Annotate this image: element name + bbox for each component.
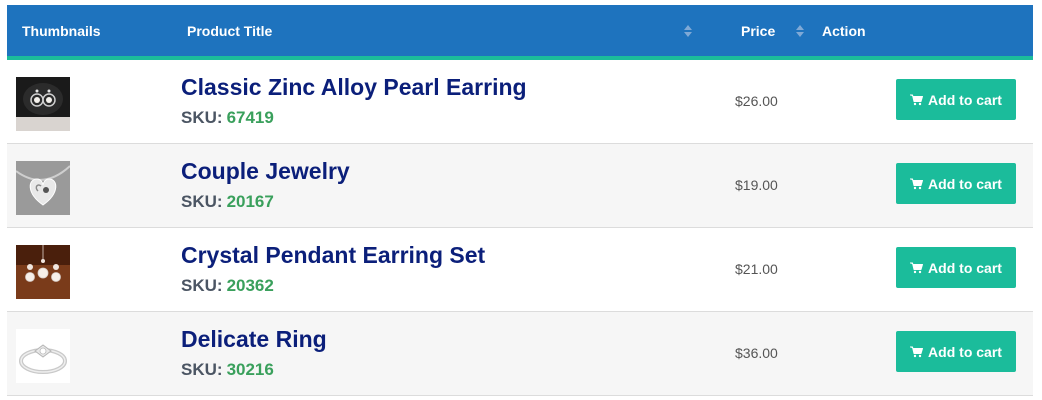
add-to-cart-button[interactable]: Add to cart [896,79,1016,120]
table-row: Crystal Pendant Earring Set SKU: 20362 $2… [7,228,1033,312]
table-row: Couple Jewelry SKU: 20167 $19.00 Add to c… [7,144,1033,228]
sort-icon[interactable] [796,25,804,37]
header-price[interactable]: Price [741,23,775,39]
pearl-earring-thumbnail[interactable] [16,77,70,131]
product-sku: SKU: 20167 [181,191,274,213]
header-thumbnails: Thumbnails [22,23,101,39]
table-row: Classic Zinc Alloy Pearl Earring SKU: 674… [7,60,1033,144]
product-sku: SKU: 20362 [181,275,274,297]
sku-value: 20362 [226,276,274,295]
table-header: Thumbnails Product Title Price Action [7,5,1033,60]
sku-label: SKU: [181,108,223,127]
product-sku: SKU: 67419 [181,107,274,129]
product-price: $36.00 [735,345,778,361]
product-price: $21.00 [735,261,778,277]
shopping-cart-icon [910,346,924,357]
product-title-link[interactable]: Crystal Pendant Earring Set [181,241,485,269]
shopping-cart-icon [910,178,924,189]
sku-value: 30216 [226,360,274,379]
shopping-cart-icon [910,94,924,105]
sku-value: 20167 [226,192,274,211]
add-to-cart-label: Add to cart [928,175,1002,192]
product-title-link[interactable]: Delicate Ring [181,325,327,353]
sku-label: SKU: [181,192,223,211]
product-title-link[interactable]: Classic Zinc Alloy Pearl Earring [181,73,527,101]
table-row: Delicate Ring SKU: 30216 $36.00 Add to ca… [7,312,1033,396]
heart-pendant-thumbnail[interactable] [16,161,70,215]
crystal-set-thumbnail[interactable] [16,245,70,299]
add-to-cart-label: Add to cart [928,91,1002,108]
table-body: Classic Zinc Alloy Pearl Earring SKU: 674… [7,60,1033,396]
add-to-cart-button[interactable]: Add to cart [896,163,1016,204]
product-price: $19.00 [735,177,778,193]
header-product-title[interactable]: Product Title [187,23,272,39]
add-to-cart-button[interactable]: Add to cart [896,331,1016,372]
header-action: Action [822,23,866,39]
product-title-link[interactable]: Couple Jewelry [181,157,350,185]
product-sku: SKU: 30216 [181,359,274,381]
sku-value: 67419 [226,108,274,127]
shopping-cart-icon [910,262,924,273]
add-to-cart-label: Add to cart [928,259,1002,276]
products-table: Thumbnails Product Title Price Action Cl… [7,5,1033,396]
sku-label: SKU: [181,276,223,295]
add-to-cart-button[interactable]: Add to cart [896,247,1016,288]
sort-icon[interactable] [684,25,692,37]
sku-label: SKU: [181,360,223,379]
ring-thumbnail[interactable] [16,329,70,383]
add-to-cart-label: Add to cart [928,343,1002,360]
product-price: $26.00 [735,93,778,109]
